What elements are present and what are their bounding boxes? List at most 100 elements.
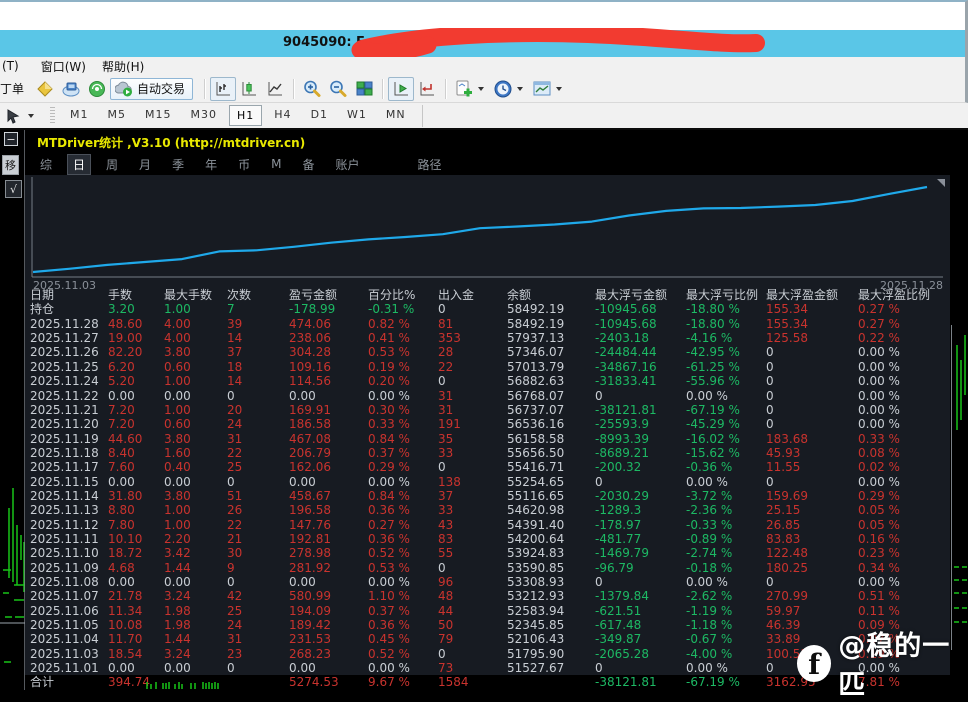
table-row[interactable]: 2025.11.0721.783.2442580.991.10 %4853212… bbox=[25, 589, 950, 604]
table-row[interactable]: 持仓3.201.007-178.99-0.31 %058492.19-10945… bbox=[25, 302, 950, 317]
cell: 206.79 bbox=[284, 446, 363, 461]
table-row[interactable]: 2025.11.080.000.0000.000.00 %9653308.930… bbox=[25, 575, 950, 590]
cell: 0.00 % bbox=[363, 575, 433, 590]
table-row[interactable]: 2025.11.207.200.6024186.580.33 %19156536… bbox=[25, 417, 950, 432]
tab-月[interactable]: 月 bbox=[133, 154, 157, 175]
chart-shift-icon[interactable] bbox=[414, 77, 440, 101]
tab-年[interactable]: 年 bbox=[199, 154, 223, 175]
table-row[interactable]: 2025.11.150.000.0000.000.00 %13855254.65… bbox=[25, 475, 950, 490]
template-icon[interactable] bbox=[529, 77, 555, 101]
cell: 2025.11.28 bbox=[25, 317, 103, 332]
table-row[interactable]: 2025.11.2719.004.0014238.060.41 %3535793… bbox=[25, 331, 950, 346]
periods-icon[interactable] bbox=[490, 77, 516, 101]
cell: 114.56 bbox=[284, 374, 363, 389]
timeframe-mn[interactable]: MN bbox=[379, 105, 413, 126]
tab-综[interactable]: 综 bbox=[34, 154, 58, 175]
table-row[interactable]: 2025.11.177.600.4025162.060.29 %055416.7… bbox=[25, 460, 950, 475]
tab-季[interactable]: 季 bbox=[166, 154, 190, 175]
template-caret[interactable] bbox=[556, 87, 562, 91]
add-indicator-caret[interactable] bbox=[478, 87, 484, 91]
menu-item[interactable]: 帮助(H) bbox=[98, 58, 156, 75]
tool-caret[interactable] bbox=[28, 114, 34, 118]
zoom-in-icon[interactable] bbox=[299, 77, 325, 101]
timeframe-w1[interactable]: W1 bbox=[340, 105, 374, 126]
panel-move-button[interactable]: 移 bbox=[2, 155, 19, 175]
tab-M[interactable]: M bbox=[265, 155, 287, 173]
cell: 7.20 bbox=[103, 417, 159, 432]
crosshair-tool-icon[interactable] bbox=[1, 104, 27, 128]
autotrade-button[interactable]: 自动交易 bbox=[110, 78, 193, 100]
cell: 0.00 % bbox=[853, 475, 950, 490]
tab-账户[interactable]: 账户 bbox=[329, 154, 365, 175]
table-row[interactable]: 2025.11.2682.203.8037304.280.53 %2857346… bbox=[25, 345, 950, 360]
new-order-label[interactable]: 丁单 bbox=[0, 80, 24, 97]
cell: 281.92 bbox=[284, 561, 363, 576]
tab-日[interactable]: 日 bbox=[67, 154, 91, 175]
tile-windows-icon[interactable] bbox=[351, 77, 377, 101]
table-row[interactable]: 2025.11.127.801.0022147.760.27 %4354391.… bbox=[25, 518, 950, 533]
bar-chart-mode-icon[interactable] bbox=[210, 77, 236, 101]
metaeditor-icon[interactable] bbox=[58, 77, 84, 101]
menu-item[interactable]: 窗口(W) bbox=[37, 58, 98, 75]
table-row[interactable]: 2025.11.094.681.449281.920.53 %053590.85… bbox=[25, 561, 950, 576]
table-row[interactable]: 2025.11.256.200.6018109.160.19 %2257013.… bbox=[25, 360, 950, 375]
line-chart-mode-icon[interactable] bbox=[262, 77, 288, 101]
cell: 0.00 bbox=[103, 661, 159, 676]
tab-周[interactable]: 周 bbox=[100, 154, 124, 175]
signal-icon[interactable] bbox=[84, 77, 110, 101]
table-row[interactable]: 2025.11.217.201.0020169.910.30 %3156737.… bbox=[25, 403, 950, 418]
auto-scroll-icon[interactable] bbox=[388, 77, 414, 101]
panel-minimize-button[interactable]: − bbox=[4, 132, 18, 146]
tab-路径[interactable]: 路径 bbox=[412, 154, 448, 175]
cell: 0 bbox=[433, 561, 502, 576]
cell: 231.53 bbox=[284, 632, 363, 647]
cell: 0.27 % bbox=[853, 317, 950, 332]
panel-tab-bar: 综日周月季年币M备账户 路径 bbox=[25, 153, 950, 175]
cell: 81 bbox=[433, 317, 502, 332]
cell: -0.18 % bbox=[681, 561, 761, 576]
tab-备[interactable]: 备 bbox=[296, 154, 320, 175]
cell: -2.36 % bbox=[681, 503, 761, 518]
zoom-out-icon[interactable] bbox=[325, 77, 351, 101]
cell: 0.00 bbox=[284, 661, 363, 676]
panel-check-button[interactable]: √ bbox=[5, 180, 22, 198]
cell: 0.00 % bbox=[681, 575, 761, 590]
cell: 0.37 % bbox=[363, 446, 433, 461]
cell: -45.29 % bbox=[681, 417, 761, 432]
add-indicator-icon[interactable] bbox=[451, 77, 477, 101]
cell: 57013.79 bbox=[502, 360, 590, 375]
table-row[interactable]: 2025.11.2848.604.0039474.060.82 %8158492… bbox=[25, 317, 950, 332]
menu-item[interactable]: (T) bbox=[0, 59, 37, 73]
table-row[interactable]: 2025.11.1018.723.4230278.980.52 %5553924… bbox=[25, 546, 950, 561]
table-row[interactable]: 2025.11.188.401.6022206.790.37 %3355656.… bbox=[25, 446, 950, 461]
background-candles-left bbox=[0, 130, 25, 690]
table-row[interactable]: 2025.11.220.000.0000.000.00 %3156768.070… bbox=[25, 389, 950, 404]
table-row[interactable]: 2025.11.245.201.0014114.560.20 %056882.6… bbox=[25, 374, 950, 389]
cell: 0.19 % bbox=[363, 360, 433, 375]
watermark: f @稳的一匹 bbox=[797, 624, 968, 702]
cell: 25.15 bbox=[761, 503, 853, 518]
new-order-icon[interactable] bbox=[32, 77, 58, 101]
table-row[interactable]: 2025.11.0611.341.9825194.090.37 %4452583… bbox=[25, 604, 950, 619]
timeframe-m30[interactable]: M30 bbox=[184, 105, 225, 126]
candlestick-mode-icon[interactable] bbox=[236, 77, 262, 101]
cell: 53212.93 bbox=[502, 589, 590, 604]
column-header: 最大浮盈金额 bbox=[761, 288, 853, 303]
table-row[interactable]: 2025.11.1110.102.2021192.810.36 %8354200… bbox=[25, 532, 950, 547]
tab-币[interactable]: 币 bbox=[232, 154, 256, 175]
periods-caret[interactable] bbox=[517, 87, 523, 91]
timeframe-m1[interactable]: M1 bbox=[63, 105, 96, 126]
cell: -16.02 % bbox=[681, 432, 761, 447]
cell: 51527.67 bbox=[502, 661, 590, 676]
table-row[interactable]: 2025.11.1431.803.8051458.670.84 %3755116… bbox=[25, 489, 950, 504]
background-chart-right-strip bbox=[950, 130, 968, 690]
timeframe-h4[interactable]: H4 bbox=[267, 105, 298, 126]
timeframe-h1[interactable]: H1 bbox=[229, 105, 262, 126]
timeframe-d1[interactable]: D1 bbox=[304, 105, 335, 126]
table-row[interactable]: 2025.11.138.801.0026196.580.36 %3354620.… bbox=[25, 503, 950, 518]
cell: -8993.39 bbox=[590, 432, 681, 447]
toolbar-grip[interactable] bbox=[50, 107, 55, 125]
table-row[interactable]: 2025.11.1944.603.8031467.080.84 %3556158… bbox=[25, 432, 950, 447]
timeframe-m15[interactable]: M15 bbox=[138, 105, 179, 126]
timeframe-m5[interactable]: M5 bbox=[101, 105, 134, 126]
